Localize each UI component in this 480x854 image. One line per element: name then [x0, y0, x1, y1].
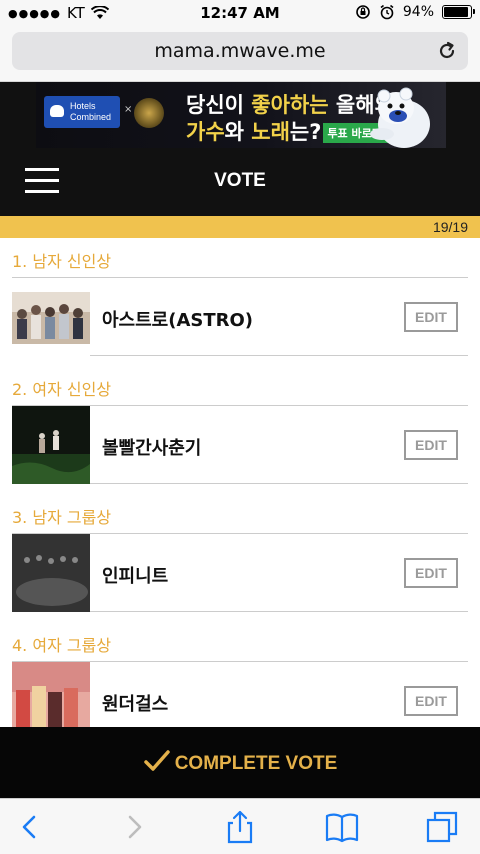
ad-banner-area: Hotels Combined × 당신이 좋아하는 올해의 가수와 노래는? 투… — [0, 82, 480, 148]
back-icon[interactable] — [12, 809, 48, 845]
browser-toolbar — [0, 798, 480, 854]
nominee-row[interactable]: 원더걸스 EDIT — [12, 662, 480, 728]
bookmarks-icon[interactable] — [324, 809, 360, 845]
status-bar: ●●●●● KT 12:47 AM 94% — [0, 0, 480, 26]
share-icon[interactable] — [222, 809, 258, 845]
edit-button[interactable]: EDIT — [404, 686, 458, 716]
category-title: 3. 남자 그룹상 — [12, 494, 468, 534]
nominee-thumbnail — [12, 662, 90, 728]
category-title: 1. 남자 신인상 — [12, 238, 468, 278]
nominee-row[interactable]: 아스트로(ASTRO) EDIT — [12, 278, 480, 366]
ad-banner[interactable]: Hotels Combined × 당신이 좋아하는 올해의 가수와 노래는? 투… — [36, 82, 446, 148]
browser-address-area: mama.mwave.me — [0, 26, 480, 82]
address-bar[interactable]: mama.mwave.me — [12, 32, 468, 70]
vote-progress-bar: 19/19 — [0, 216, 480, 238]
nominee-name: 인피니트 — [102, 566, 169, 587]
battery-percent: 94% — [402, 4, 434, 20]
nominee-thumbnail — [12, 406, 90, 484]
edit-button[interactable]: EDIT — [404, 302, 458, 332]
reload-icon[interactable] — [436, 40, 458, 62]
nominee-row[interactable]: 볼빨간사춘기 EDIT — [12, 406, 480, 494]
forward-icon[interactable] — [116, 809, 152, 845]
url-text[interactable]: mama.mwave.me — [12, 40, 468, 62]
mama-logo-icon — [134, 98, 164, 128]
complete-vote-label: COMPLETE VOTE — [174, 753, 338, 774]
edit-button[interactable]: EDIT — [404, 430, 458, 460]
progress-fill — [0, 216, 480, 238]
complete-vote-bar: COMPLETE VOTE — [0, 727, 480, 798]
polar-bear-mascot-icon — [370, 87, 430, 148]
nominee-name: 볼빨간사춘기 — [102, 438, 202, 459]
nominee-row[interactable]: 인피니트 EDIT — [12, 534, 480, 622]
tabs-icon[interactable] — [424, 809, 460, 845]
progress-count: 19/19 — [432, 219, 468, 235]
hotels-combined-logo: Hotels Combined — [44, 96, 120, 128]
battery-level — [444, 7, 469, 17]
category-title: 4. 여자 그룹상 — [12, 622, 468, 662]
nominee-name: 원더걸스 — [102, 694, 169, 715]
category-title: 2. 여자 신인상 — [12, 366, 468, 406]
nominee-thumbnail — [12, 292, 90, 344]
complete-vote-button[interactable]: COMPLETE VOTE — [0, 749, 480, 775]
checkmark-icon — [143, 750, 170, 771]
row-divider — [90, 483, 468, 484]
battery-icon — [442, 5, 475, 19]
ad-headline-1: 당신이 좋아하는 올해의 — [186, 93, 394, 117]
rotation-lock-icon — [356, 5, 370, 19]
row-divider — [90, 611, 468, 612]
page-title: VOTE — [214, 170, 266, 191]
app-header: VOTE — [0, 148, 480, 216]
nominee-name: 아스트로(ASTRO) — [102, 310, 254, 331]
alarm-icon — [380, 4, 394, 20]
row-divider — [90, 355, 468, 356]
collab-x-mark: × — [124, 104, 133, 115]
status-right: 94% — [355, 4, 475, 20]
vote-category-list: 1. 남자 신인상 아스트로(ASTRO) EDIT 2. 여자 신인상 볼빨간… — [0, 238, 480, 728]
nominee-thumbnail — [12, 534, 90, 612]
edit-button[interactable]: EDIT — [404, 558, 458, 588]
